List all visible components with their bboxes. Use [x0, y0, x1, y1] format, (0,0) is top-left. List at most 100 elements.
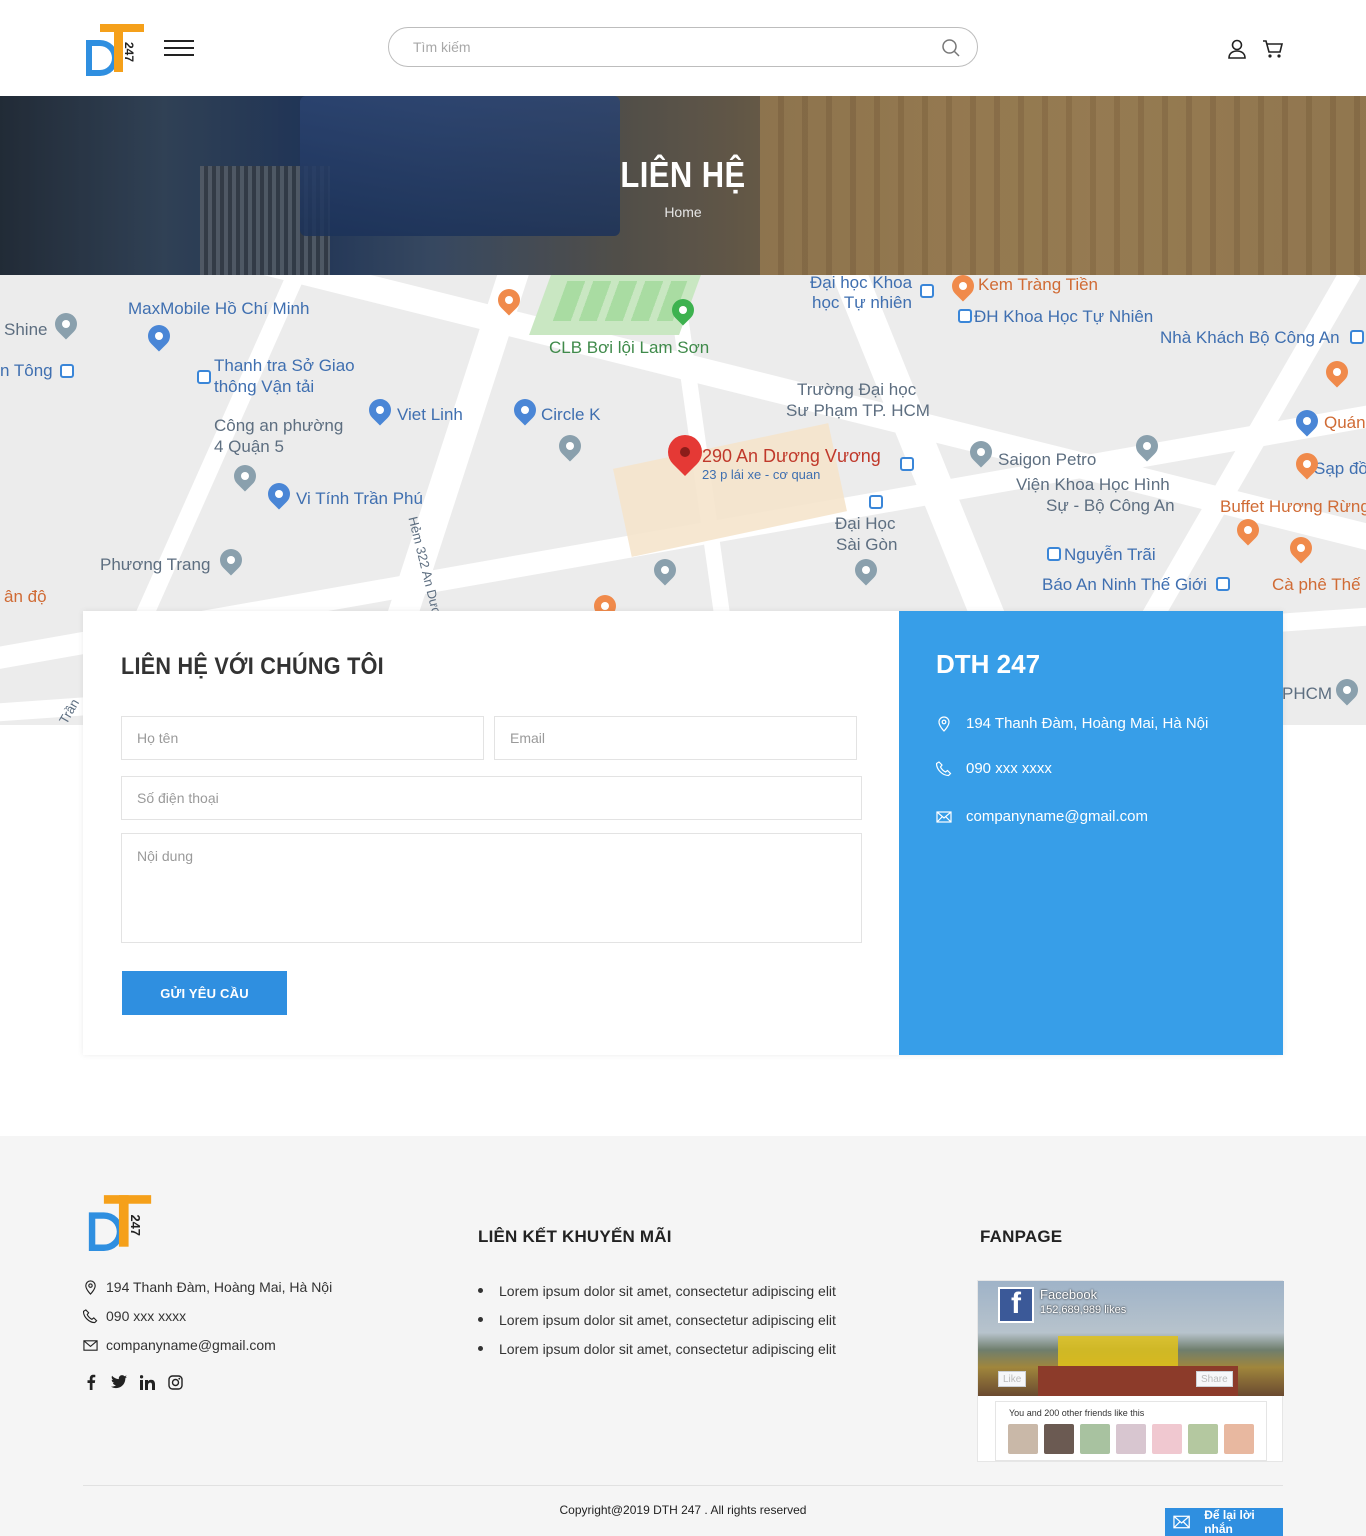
- map-label: Quán: [1324, 413, 1366, 432]
- fanpage-share-button[interactable]: Share: [1196, 1371, 1233, 1387]
- map-bus-stop-icon[interactable]: [920, 284, 934, 298]
- map-bus-stop-icon[interactable]: [1216, 577, 1230, 591]
- avatar[interactable]: [1152, 1424, 1182, 1454]
- search-icon[interactable]: [941, 38, 961, 58]
- map-poi-icon[interactable]: [1331, 674, 1363, 706]
- map-label: Nguyễn Trãi: [1064, 545, 1156, 564]
- map-bus-stop-icon[interactable]: [958, 309, 972, 323]
- map-school-icon[interactable]: [554, 430, 586, 462]
- map-bus-stop-icon[interactable]: [869, 495, 883, 509]
- map-label: Kem Tràng Tiền: [978, 275, 1099, 294]
- map-school-icon[interactable]: [850, 554, 882, 586]
- map-restaurant-icon[interactable]: [1321, 356, 1353, 388]
- map-label: ĐH Khoa Học Tự Nhiên: [974, 307, 1154, 326]
- map-label: Sạp đồ: [1314, 459, 1366, 478]
- map-label: Đại học Khoa: [810, 275, 913, 292]
- user-account-icon[interactable]: [1227, 38, 1247, 60]
- mail-icon: [1173, 1515, 1190, 1529]
- message-field[interactable]: [121, 833, 862, 943]
- svg-text:247: 247: [122, 42, 136, 62]
- facebook-fanpage-widget[interactable]: f Facebook 152,689,989 likes Like Share …: [977, 1280, 1284, 1462]
- map-main-place: 290 An Dương Vương: [702, 446, 881, 466]
- social-links: [83, 1374, 183, 1390]
- map-label: Nhà Khách Bộ Công An: [1160, 328, 1340, 347]
- search-bar: [388, 27, 978, 67]
- list-item: Lorem ipsum dolor sit amet, consectetur …: [478, 1276, 836, 1305]
- map-restaurant-icon[interactable]: [947, 275, 979, 302]
- avatar[interactable]: [1044, 1424, 1074, 1454]
- company-address-row: 194 Thanh Đàm, Hoàng Mai, Hà Nội: [936, 715, 1208, 732]
- map-label: Đại Học: [835, 514, 896, 533]
- map-label: Viet Linh: [397, 405, 463, 424]
- fanpage-friends-box: You and 200 other friends like this: [995, 1401, 1267, 1461]
- footer-phone[interactable]: 090 xxx xxxx: [106, 1308, 186, 1324]
- leave-message-button[interactable]: Để lại lời nhắn: [1165, 1508, 1283, 1536]
- map-label: Trường Đại học: [797, 380, 917, 399]
- map-shop-icon[interactable]: [263, 478, 295, 510]
- map-label: CLB Bơi lội Lam Sơn: [549, 338, 710, 357]
- map-poi-icon[interactable]: [50, 308, 82, 340]
- map-bus-stop-icon[interactable]: [1350, 330, 1364, 344]
- avatar[interactable]: [1116, 1424, 1146, 1454]
- submit-request-button[interactable]: GỬI YÊU CẦU: [122, 971, 287, 1015]
- contact-card: LIÊN HỆ VỚI CHÚNG TÔI GỬI YÊU CẦU DTH 24…: [83, 611, 1283, 1055]
- avatar[interactable]: [1224, 1424, 1254, 1454]
- facebook-logo-icon[interactable]: f: [998, 1287, 1034, 1323]
- fanpage-name[interactable]: Facebook: [1040, 1287, 1097, 1302]
- company-info-panel: DTH 247 194 Thanh Đàm, Hoàng Mai, Hà Nội…: [899, 611, 1283, 1055]
- map-label: Sư Phạm TP. HCM: [786, 401, 930, 420]
- company-phone[interactable]: 090 xxx xxxx: [966, 760, 1052, 777]
- copyright-text: Copyright@2019 DTH 247 . All rights rese…: [559, 1503, 807, 1517]
- facebook-icon[interactable]: [83, 1374, 99, 1390]
- twitter-icon[interactable]: [111, 1374, 127, 1390]
- company-email-row: companyname@gmail.com: [936, 808, 1148, 825]
- site-footer: 247 194 Thanh Đàm, Hoàng Mai, Hà Nội 090…: [0, 1136, 1366, 1536]
- fanpage-like-button[interactable]: Like: [998, 1371, 1027, 1387]
- site-logo[interactable]: 247: [84, 22, 146, 76]
- map-poi-icon[interactable]: [229, 460, 261, 492]
- map-cafe-icon[interactable]: [1285, 532, 1317, 564]
- map-shop-icon[interactable]: [364, 394, 396, 426]
- phone-field[interactable]: [121, 776, 862, 820]
- company-email[interactable]: companyname@gmail.com: [966, 808, 1148, 825]
- location-pin-icon: [938, 715, 950, 732]
- avatar[interactable]: [1188, 1424, 1218, 1454]
- phone-icon: [83, 1308, 98, 1323]
- footer-email[interactable]: companyname@gmail.com: [106, 1337, 276, 1353]
- map-label: Báo An Ninh Thế Giới: [1042, 575, 1207, 594]
- promo-link[interactable]: Lorem ipsum dolor sit amet, consectetur …: [499, 1283, 836, 1299]
- map-school-icon[interactable]: [649, 554, 681, 586]
- svg-text:247: 247: [128, 1214, 143, 1235]
- breadcrumb-home[interactable]: Home: [0, 204, 1366, 220]
- name-field[interactable]: [121, 716, 484, 760]
- map-bus-stop-icon[interactable]: [197, 370, 211, 384]
- map-bus-stop-icon[interactable]: [1047, 547, 1061, 561]
- map-shop-icon[interactable]: [509, 394, 541, 426]
- page-title: LIÊN HỆ: [620, 154, 746, 195]
- menu-hamburger-icon[interactable]: [164, 40, 194, 60]
- instagram-icon[interactable]: [167, 1374, 183, 1390]
- map-label: n Tông: [0, 361, 53, 380]
- map-label: Vi Tính Trần Phú: [296, 489, 423, 508]
- map-label: học Tự nhiên: [812, 293, 912, 312]
- linkedin-icon[interactable]: [139, 1374, 155, 1390]
- map-poi-icon[interactable]: [215, 544, 247, 576]
- company-name: DTH 247: [936, 649, 1041, 679]
- map-poi-icon[interactable]: [143, 320, 175, 352]
- promo-link[interactable]: Lorem ipsum dolor sit amet, consectetur …: [499, 1341, 836, 1357]
- map-label: ân độ: [4, 587, 47, 606]
- map-bus-stop-icon[interactable]: [900, 457, 914, 471]
- shopping-cart-icon[interactable]: [1262, 38, 1284, 60]
- email-field[interactable]: [494, 716, 857, 760]
- map-label: Cà phê Thế: [1272, 575, 1361, 594]
- fanpage-heading: FANPAGE: [980, 1227, 1063, 1246]
- friend-avatars: [1008, 1424, 1254, 1454]
- promo-link[interactable]: Lorem ipsum dolor sit amet, consectetur …: [499, 1312, 836, 1328]
- avatar[interactable]: [1080, 1424, 1110, 1454]
- avatar[interactable]: [1008, 1424, 1038, 1454]
- footer-logo[interactable]: 247: [86, 1193, 154, 1251]
- list-item: Lorem ipsum dolor sit amet, consectetur …: [478, 1334, 836, 1363]
- map-label: Thanh tra Sở Giao: [214, 356, 355, 375]
- map-bus-stop-icon[interactable]: [60, 364, 74, 378]
- search-input[interactable]: [413, 36, 913, 58]
